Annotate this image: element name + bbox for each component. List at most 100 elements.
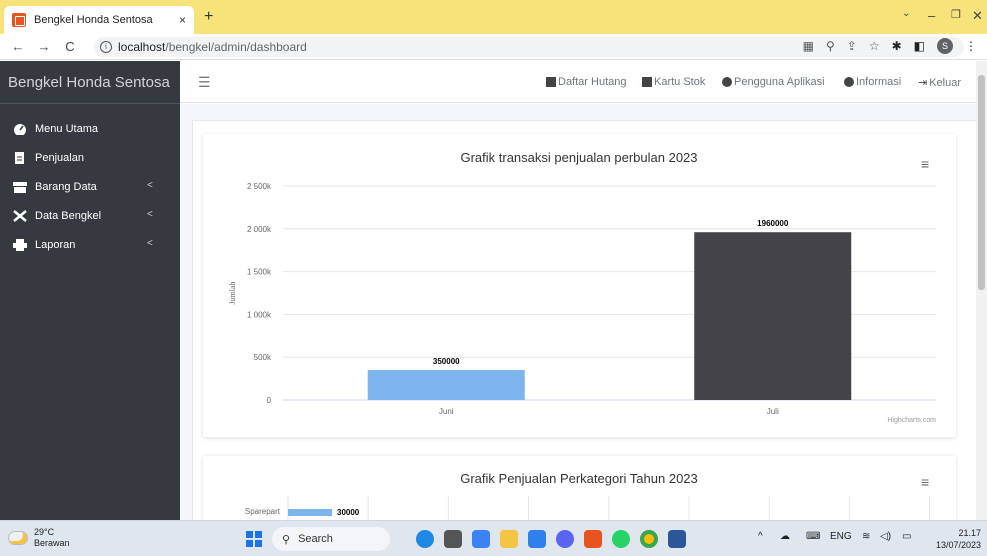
teams-icon[interactable] <box>472 530 490 548</box>
wifi-icon[interactable]: ≋ <box>862 531 870 542</box>
xampp-icon[interactable] <box>584 530 602 548</box>
y-tick-label: Sparepart <box>245 507 281 516</box>
zoom-icon[interactable]: ⚲ <box>826 39 835 53</box>
sidebar-item-barang-data[interactable]: Barang Data < <box>0 172 180 201</box>
close-window-button[interactable]: ✕ <box>972 8 983 24</box>
nav-kartu-stok[interactable]: Kartu Stok <box>642 76 705 88</box>
y-tick-label: 2 500k <box>247 182 272 191</box>
windows-taskbar: 29°C Berawan ⚲ Search ^ ☁ ⌨ ENG ≋ ◁) ▭ 21… <box>0 520 987 556</box>
nav-keluar[interactable]: ⇥ Keluar <box>918 76 961 90</box>
chart-menu-icon[interactable]: ≡ <box>921 474 929 490</box>
favicon-icon <box>12 13 26 27</box>
tray-overflow-icon[interactable]: ^ <box>758 531 763 542</box>
sidebar-item-label: Barang Data <box>35 180 97 193</box>
cloud-sun-icon <box>8 531 28 545</box>
hamburger-menu-icon[interactable]: ☰ <box>198 74 211 91</box>
y-tick-label: 1 000k <box>247 310 272 319</box>
box-icon <box>13 181 27 193</box>
logout-icon: ⇥ <box>918 77 928 89</box>
brand-title[interactable]: Bengkel Honda Sentosa <box>0 61 180 104</box>
browser-tab[interactable]: Bengkel Honda Sentosa × <box>4 6 194 34</box>
top-navbar: ☰ Daftar Hutang Kartu Stok Pengguna Apli… <box>180 61 976 103</box>
tab-close-button[interactable]: × <box>179 13 186 27</box>
battery-icon[interactable]: ▭ <box>902 531 911 542</box>
chart-title: Grafik transaksi penjualan perbulan 2023 <box>460 150 697 165</box>
data-label: 30000 <box>337 508 360 517</box>
clock-date: 13/07/2023 <box>935 540 981 550</box>
sidebar-item-label: Laporan <box>35 238 76 251</box>
sidebar: Bengkel Honda Sentosa Menu Utama Penjual… <box>0 61 180 520</box>
profile-avatar[interactable]: S <box>937 38 953 54</box>
vscode-icon[interactable] <box>528 530 546 548</box>
minimize-button[interactable]: – <box>928 8 935 23</box>
weather-widget[interactable]: 29°C Berawan <box>8 527 70 549</box>
page-scrollbar[interactable] <box>976 61 987 520</box>
taskbar-search[interactable]: ⚲ Search <box>272 527 390 551</box>
bar <box>288 509 332 516</box>
sidebar-item-data-bengkel[interactable]: Data Bengkel < <box>0 201 180 230</box>
language-indicator[interactable]: ENG <box>830 531 852 542</box>
y-tick-label: 1 500k <box>247 268 272 277</box>
reload-icon[interactable]: C <box>62 39 78 54</box>
chevron-left-icon: < <box>147 238 153 249</box>
monthly-sales-chart-card: Grafik transaksi penjualan perbulan 2023… <box>203 134 956 437</box>
volume-icon[interactable]: ◁) <box>880 531 891 542</box>
sidebar-item-menu-utama[interactable]: Menu Utama <box>0 114 180 143</box>
nav-daftar-hutang[interactable]: Daftar Hutang <box>546 76 626 88</box>
forward-icon[interactable]: → <box>36 39 52 54</box>
chevron-left-icon: < <box>147 180 153 191</box>
bookmark-star-icon[interactable]: ☆ <box>869 39 880 53</box>
extensions-icon[interactable]: ✱ <box>892 39 902 53</box>
restore-button[interactable]: ❐ <box>951 8 961 21</box>
onedrive-icon[interactable]: ☁ <box>780 531 790 542</box>
chevron-left-icon: < <box>147 209 153 220</box>
browser-menu-icon[interactable]: ⋮ <box>965 39 977 53</box>
bar <box>367 370 525 400</box>
category-sales-chart: Grafik Penjualan Perkategori Tahun 2023 S… <box>245 471 931 520</box>
whatsapp-icon[interactable] <box>612 530 630 548</box>
chrome-icon[interactable] <box>640 530 658 548</box>
temperature: 29°C <box>34 527 55 537</box>
sidebar-item-label: Penjualan <box>35 151 84 164</box>
data-label: 1960000 <box>757 219 789 228</box>
bing-icon[interactable] <box>416 530 434 548</box>
site-info-icon[interactable]: i <box>100 41 112 53</box>
tab-search-icon[interactable]: ⌄ <box>902 8 910 19</box>
nav-informasi[interactable]: Informasi <box>844 76 901 88</box>
sidebar-item-laporan[interactable]: Laporan < <box>0 230 180 259</box>
file-explorer-icon[interactable] <box>500 530 518 548</box>
y-tick-label: 500k <box>254 353 272 362</box>
address-bar-row: ← → C i localhost/bengkel/admin/dashboar… <box>0 34 987 60</box>
bar <box>694 232 852 400</box>
file-icon <box>642 77 652 87</box>
discord-icon[interactable] <box>556 530 574 548</box>
list-icon <box>546 77 556 87</box>
word-icon[interactable] <box>668 530 686 548</box>
y-axis-label: Jumlah <box>228 281 237 304</box>
y-tick-label: 0 <box>267 396 272 405</box>
sidepanel-icon[interactable]: ◧ <box>914 39 925 53</box>
task-view-icon[interactable] <box>444 530 462 548</box>
system-clock[interactable]: 21.17 13/07/2023 <box>936 527 981 551</box>
monthly-sales-chart: Grafik transaksi penjualan perbulan 2023… <box>228 150 936 424</box>
chart-menu-icon[interactable]: ≡ <box>921 156 929 172</box>
tab-title: Bengkel Honda Sentosa <box>34 14 153 26</box>
sidebar-item-label: Menu Utama <box>35 122 98 135</box>
sidebar-item-penjualan[interactable]: Penjualan <box>0 143 180 172</box>
y-tick-label: 2 000k <box>247 225 272 234</box>
new-tab-button[interactable]: + <box>204 8 213 26</box>
nav-pengguna-aplikasi[interactable]: Pengguna Aplikasi <box>722 76 825 88</box>
start-button[interactable] <box>246 531 262 547</box>
chart-title: Grafik Penjualan Perkategori Tahun 2023 <box>460 471 698 486</box>
chart-credit: Highcharts.com <box>887 417 936 424</box>
weather-condition: Berawan <box>34 538 70 548</box>
browser-toolbar-icons: ▦ ⚲ ⇪ ☆ ✱ ◧ S ⋮ <box>803 38 977 54</box>
scrollbar-thumb[interactable] <box>978 75 985 290</box>
gear-icon <box>844 77 854 87</box>
url-text: localhost/bengkel/admin/dashboard <box>118 40 307 54</box>
keyboard-icon[interactable]: ⌨ <box>806 531 820 542</box>
back-icon[interactable]: ← <box>10 39 26 54</box>
share-icon[interactable]: ⇪ <box>847 39 857 53</box>
users-icon <box>722 77 732 87</box>
translate-icon[interactable]: ▦ <box>803 39 814 53</box>
